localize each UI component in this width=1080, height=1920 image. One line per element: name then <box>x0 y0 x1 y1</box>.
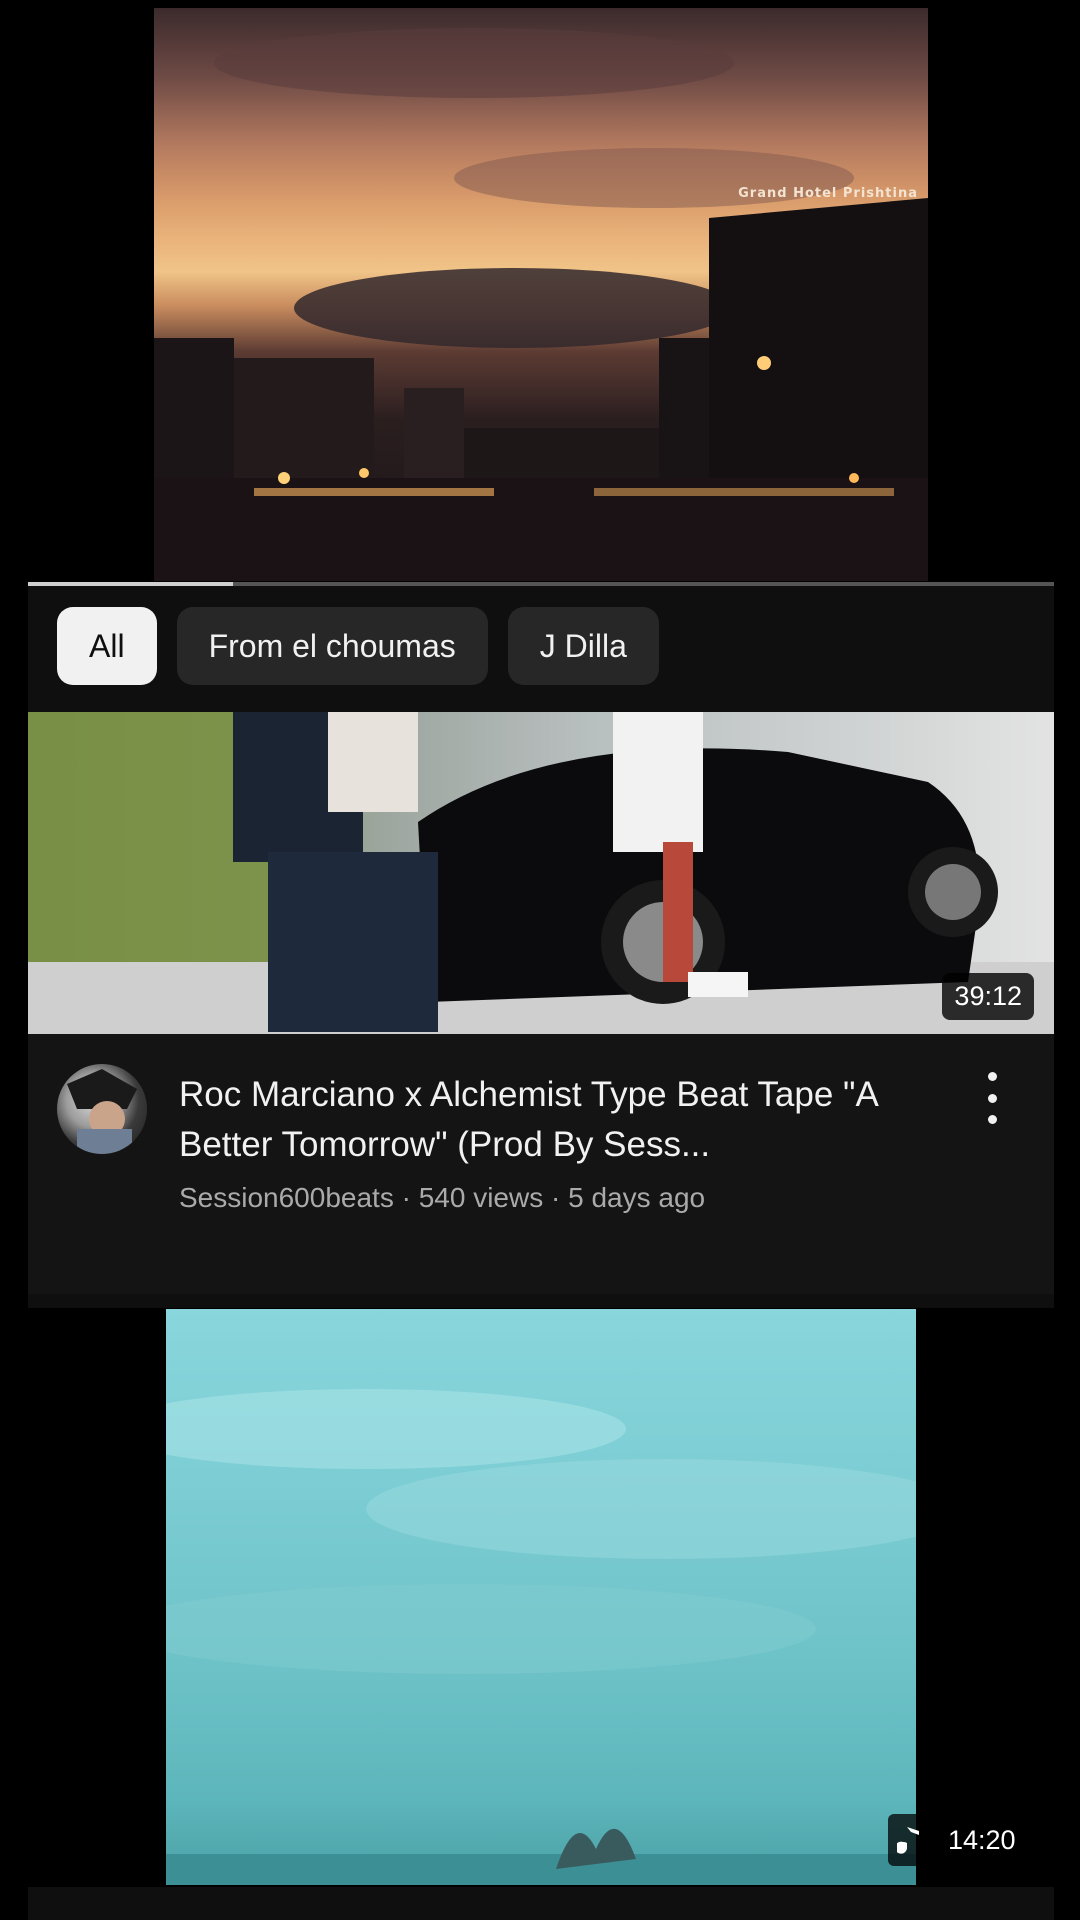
hotel-sign: Grand Hotel Prishtina <box>738 186 918 201</box>
channel-avatar[interactable] <box>57 1064 147 1154</box>
video-thumbnail-2[interactable] <box>166 1309 916 1885</box>
video-thumbnail[interactable]: 39:12 <box>28 712 1054 1034</box>
next-item-strip <box>28 1887 1054 1920</box>
avatar-image <box>67 1069 137 1154</box>
video-duration-2: 14:20 <box>932 1814 1032 1866</box>
video-subtitle: Session600beats · 540 views · 5 days ago <box>179 1182 706 1213</box>
thumbnail-scene <box>28 712 1054 1034</box>
chip-all[interactable]: All <box>57 607 157 685</box>
video-meta: Roc Marciano x Alchemist Type Beat Tape … <box>28 1034 1054 1294</box>
video-duration: 39:12 <box>942 973 1034 1020</box>
chip-from-el-choumas[interactable]: From el choumas <box>176 607 488 685</box>
chip-j-dilla[interactable]: J Dilla <box>507 607 659 685</box>
sky-scene <box>166 1389 916 1885</box>
video-player[interactable]: Grand Hotel Prishtina <box>154 8 928 581</box>
city-skyline <box>154 198 928 581</box>
filter-chips: All From el choumas J Dilla <box>57 607 659 685</box>
music-note-icon <box>888 1814 932 1866</box>
video-title[interactable]: Roc Marciano x Alchemist Type Beat Tape … <box>179 1070 949 1170</box>
more-options-icon[interactable] <box>980 1072 1004 1124</box>
feed-panel: All From el choumas J Dilla 39:12 Roc Ma… <box>28 586 1054 1308</box>
